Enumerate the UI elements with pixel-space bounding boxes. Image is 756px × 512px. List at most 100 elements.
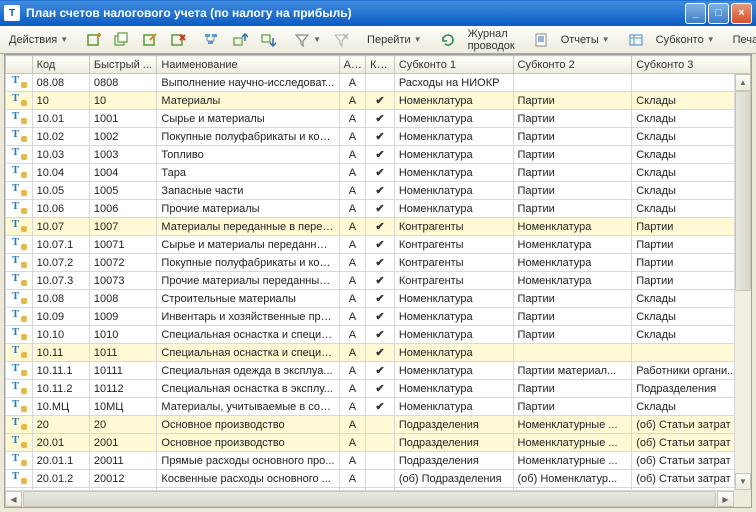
col-sub2[interactable]: Субконто 2 bbox=[513, 56, 632, 74]
scroll-thumb-h[interactable] bbox=[23, 491, 716, 507]
cell-qty: ✔ bbox=[366, 110, 395, 128]
table-row[interactable]: Т10.051005Запасные частиА✔НоменклатураПа… bbox=[6, 182, 751, 200]
cell-sub2: Партии bbox=[513, 182, 632, 200]
cell-sub3: Партии bbox=[632, 272, 751, 290]
table-row[interactable]: Т10.МЦ10МЦМатериалы, учитываемые в сос..… bbox=[6, 398, 751, 416]
account-icon: Т bbox=[12, 237, 26, 249]
cell-act: А bbox=[339, 290, 366, 308]
cell-fast: 1009 bbox=[89, 308, 157, 326]
actions-menu[interactable]: Действия▼ bbox=[4, 29, 73, 51]
cell-sub2: Партии bbox=[513, 326, 632, 344]
col-qty[interactable]: Кол. bbox=[366, 56, 395, 74]
cell-sub1: Контрагенты bbox=[394, 272, 513, 290]
print-menu[interactable]: Печать▼ bbox=[728, 29, 756, 51]
close-button[interactable]: × bbox=[731, 3, 752, 24]
cell-sub3: Партии bbox=[632, 236, 751, 254]
vertical-scrollbar[interactable]: ▲ ▼ bbox=[734, 74, 751, 490]
scroll-right-button[interactable]: ▶ bbox=[717, 491, 734, 507]
cell-name: Материалы переданные в перер... bbox=[157, 218, 339, 236]
refresh-icon[interactable] bbox=[435, 29, 461, 51]
cell-act: А bbox=[339, 326, 366, 344]
cell-sub1: Номенклатура bbox=[394, 362, 513, 380]
cell-code: 10.01 bbox=[32, 110, 89, 128]
row-icon-cell: Т bbox=[6, 416, 33, 434]
add-copy-icon[interactable] bbox=[109, 29, 135, 51]
accounts-table[interactable]: Код Быстрый ... Наименование Акт. Кол. С… bbox=[5, 55, 751, 508]
col-code[interactable]: Код bbox=[32, 56, 89, 74]
table-row[interactable]: Т08.080808Выполнение научно-исследоват..… bbox=[6, 74, 751, 92]
col-act[interactable]: Акт. bbox=[339, 56, 366, 74]
table-row[interactable]: Т10.11.210112Специальная оснастка в эксп… bbox=[6, 380, 751, 398]
table-row[interactable]: Т10.021002Покупные полуфабрикаты и ком..… bbox=[6, 128, 751, 146]
grid-container: Код Быстрый ... Наименование Акт. Кол. С… bbox=[4, 54, 752, 508]
table-row[interactable]: Т2020Основное производствоАПодразделения… bbox=[6, 416, 751, 434]
reports-icon[interactable] bbox=[528, 29, 554, 51]
col-sub1[interactable]: Субконто 1 bbox=[394, 56, 513, 74]
edit-icon[interactable] bbox=[137, 29, 163, 51]
account-icon: Т bbox=[12, 129, 26, 141]
cell-name: Специальная оснастка и специа... bbox=[157, 344, 339, 362]
table-row[interactable]: Т10.011001Сырье и материалыА✔Номенклатур… bbox=[6, 110, 751, 128]
filter-icon[interactable]: ▼ bbox=[289, 29, 326, 51]
table-row[interactable]: Т1010МатериалыА✔НоменклатураПартииСклады bbox=[6, 92, 751, 110]
cell-sub2: Номенклатура bbox=[513, 272, 632, 290]
col-sub3[interactable]: Субконто 3 bbox=[632, 56, 751, 74]
table-row[interactable]: Т10.07.110071Сырье и материалы переданны… bbox=[6, 236, 751, 254]
table-row[interactable]: Т20.01.120011Прямые расходы основного пр… bbox=[6, 452, 751, 470]
table-row[interactable]: Т10.07.310073Прочие материалы переданные… bbox=[6, 272, 751, 290]
cell-sub2: Номенклатурные ... bbox=[513, 434, 632, 452]
scroll-thumb-v[interactable] bbox=[735, 91, 751, 291]
move-down-icon[interactable] bbox=[255, 29, 281, 51]
row-icon-cell: Т bbox=[6, 344, 33, 362]
cell-qty: ✔ bbox=[366, 236, 395, 254]
table-row[interactable]: Т10.07.210072Покупные полуфабрикаты и ко… bbox=[6, 254, 751, 272]
add-icon[interactable] bbox=[81, 29, 107, 51]
row-icon-cell: Т bbox=[6, 254, 33, 272]
table-row[interactable]: Т10.101010Специальная оснастка и специа.… bbox=[6, 326, 751, 344]
cell-qty: ✔ bbox=[366, 380, 395, 398]
cell-sub3: Склады bbox=[632, 308, 751, 326]
hierarchy-icon[interactable] bbox=[199, 29, 225, 51]
table-row[interactable]: Т10.091009Инвентарь и хозяйственные при.… bbox=[6, 308, 751, 326]
reports-menu[interactable]: Отчеты▼ bbox=[556, 29, 615, 51]
cell-act: А bbox=[339, 128, 366, 146]
cell-name: Специальная оснастка в эксплу... bbox=[157, 380, 339, 398]
col-icon[interactable] bbox=[6, 56, 33, 74]
col-fast[interactable]: Быстрый ... bbox=[89, 56, 157, 74]
col-name[interactable]: Наименование bbox=[157, 56, 339, 74]
table-row[interactable]: Т10.061006Прочие материалыА✔Номенклатура… bbox=[6, 200, 751, 218]
journal-button[interactable]: Журнал проводок bbox=[463, 29, 520, 51]
cell-code: 10.08 bbox=[32, 290, 89, 308]
cell-act: А bbox=[339, 236, 366, 254]
minimize-button[interactable]: _ bbox=[685, 3, 706, 24]
row-icon-cell: Т bbox=[6, 272, 33, 290]
table-row[interactable]: Т10.111011Специальная оснастка и специа.… bbox=[6, 344, 751, 362]
row-icon-cell: Т bbox=[6, 92, 33, 110]
subconto-menu[interactable]: Субконто▼ bbox=[651, 29, 720, 51]
table-row[interactable]: Т10.071007Материалы переданные в перер..… bbox=[6, 218, 751, 236]
scroll-up-button[interactable]: ▲ bbox=[735, 74, 751, 91]
table-row[interactable]: Т10.11.110111Специальная одежда в эксплу… bbox=[6, 362, 751, 380]
horizontal-scrollbar[interactable]: ◀ ▶ bbox=[5, 490, 734, 507]
cell-qty: ✔ bbox=[366, 146, 395, 164]
scroll-down-button[interactable]: ▼ bbox=[735, 473, 751, 490]
table-row[interactable]: Т10.041004ТараА✔НоменклатураПартииСклады bbox=[6, 164, 751, 182]
maximize-button[interactable]: □ bbox=[708, 3, 729, 24]
cell-act: А bbox=[339, 164, 366, 182]
move-up-icon[interactable] bbox=[227, 29, 253, 51]
cell-sub3: Склады bbox=[632, 398, 751, 416]
clear-filter-icon[interactable] bbox=[328, 29, 354, 51]
goto-menu[interactable]: Перейти▼ bbox=[362, 29, 427, 51]
scroll-left-button[interactable]: ◀ bbox=[5, 491, 22, 507]
cell-sub1: Номенклатура bbox=[394, 110, 513, 128]
table-row[interactable]: Т10.031003ТопливоА✔НоменклатураПартииСкл… bbox=[6, 146, 751, 164]
subconto-icon[interactable] bbox=[623, 29, 649, 51]
table-row[interactable]: Т20.01.220012Косвенные расходы основного… bbox=[6, 470, 751, 488]
cell-name: Запасные части bbox=[157, 182, 339, 200]
account-icon: Т bbox=[12, 435, 26, 447]
table-row[interactable]: Т20.012001Основное производствоАПодразде… bbox=[6, 434, 751, 452]
cell-sub3: (об) Статьи затрат bbox=[632, 470, 751, 488]
delete-icon[interactable] bbox=[165, 29, 191, 51]
cell-act: А bbox=[339, 380, 366, 398]
table-row[interactable]: Т10.081008Строительные материалыА✔Номенк… bbox=[6, 290, 751, 308]
